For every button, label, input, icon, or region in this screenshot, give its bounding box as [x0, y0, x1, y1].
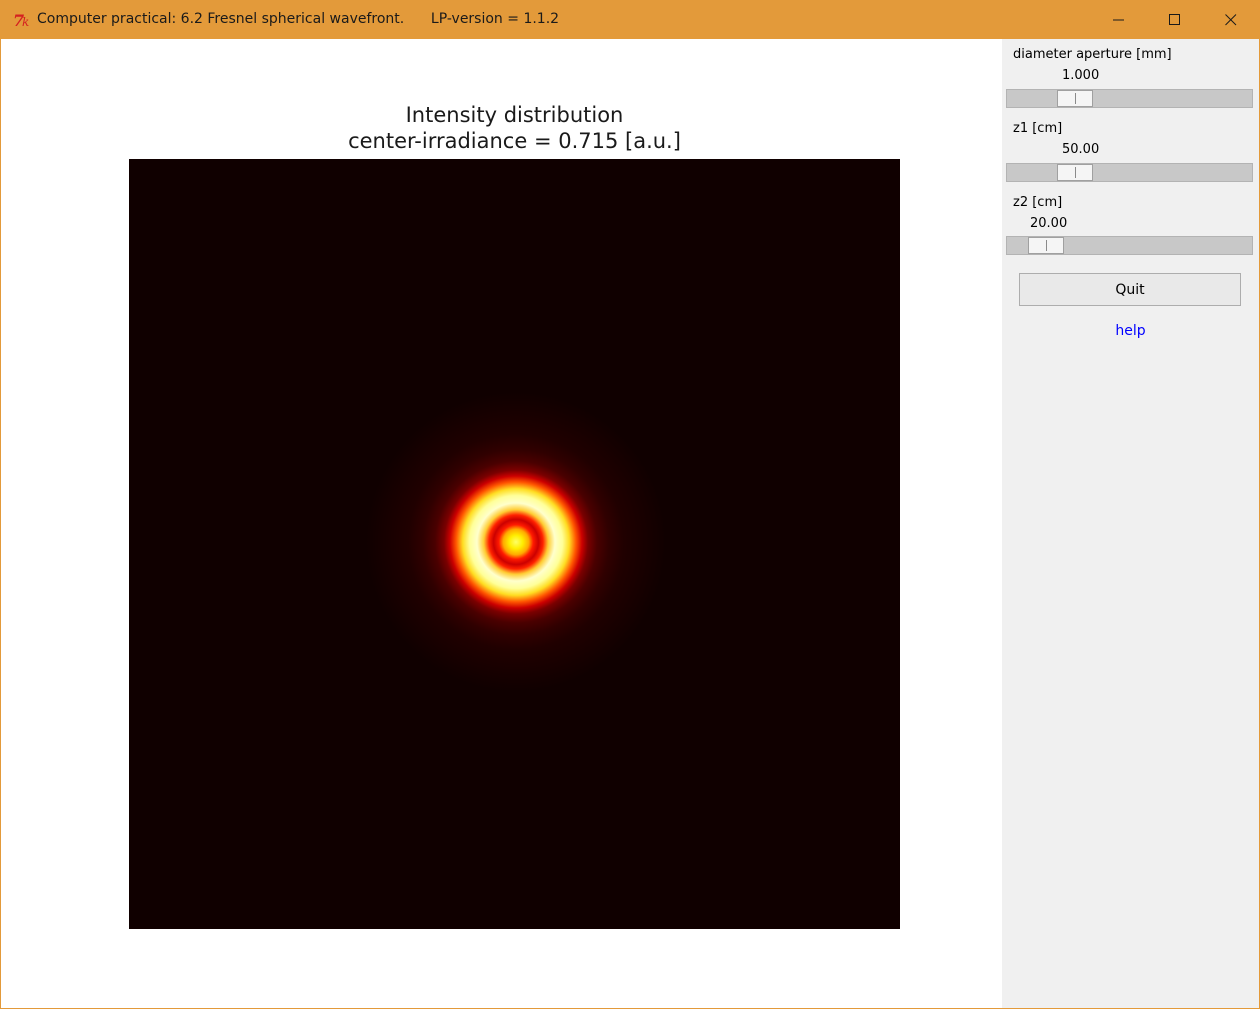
z1-slider-handle[interactable] [1057, 164, 1093, 181]
z1-label: z1 [cm] [1013, 121, 1063, 136]
z2-slider[interactable] [1006, 236, 1253, 255]
z2-value: 20.00 [1030, 216, 1068, 231]
diffraction-pattern [366, 392, 666, 692]
tk-feather-icon: 7 k [13, 10, 33, 30]
window-title: Computer practical: 6.2 Fresnel spherica… [37, 11, 560, 27]
z1-value: 50.00 [1062, 142, 1100, 157]
diameter-label: diameter aperture [mm] [1013, 47, 1172, 62]
z2-slider-handle[interactable] [1028, 237, 1064, 254]
plot-canvas: Intensity distribution center-irradiance… [1, 39, 1001, 1008]
z2-label: z2 [cm] [1013, 195, 1063, 210]
diameter-value: 1.000 [1062, 68, 1100, 83]
plot-title: Intensity distribution [405, 103, 624, 127]
help-link[interactable]: help [1002, 323, 1259, 339]
close-icon [1225, 14, 1237, 26]
plot-subtitle: center-irradiance = 0.715 [a.u.] [348, 129, 681, 153]
quit-button[interactable]: Quit [1019, 273, 1241, 306]
title-bar[interactable]: 7 k Computer practical: 6.2 Fresnel sphe… [1, 1, 1259, 39]
minimize-icon [1113, 14, 1125, 26]
diameter-slider[interactable] [1006, 89, 1253, 108]
maximize-button[interactable] [1147, 1, 1203, 39]
svg-text:k: k [22, 15, 29, 29]
minimize-button[interactable] [1091, 1, 1147, 39]
app-window: 7 k Computer practical: 6.2 Fresnel sphe… [0, 0, 1260, 1009]
maximize-icon [1169, 14, 1181, 26]
close-button[interactable] [1203, 1, 1259, 39]
intensity-image [129, 159, 900, 929]
diameter-slider-handle[interactable] [1057, 90, 1093, 107]
z1-slider[interactable] [1006, 163, 1253, 182]
control-panel: diameter aperture [mm] 1.000 z1 [cm] 50.… [1002, 39, 1259, 1008]
